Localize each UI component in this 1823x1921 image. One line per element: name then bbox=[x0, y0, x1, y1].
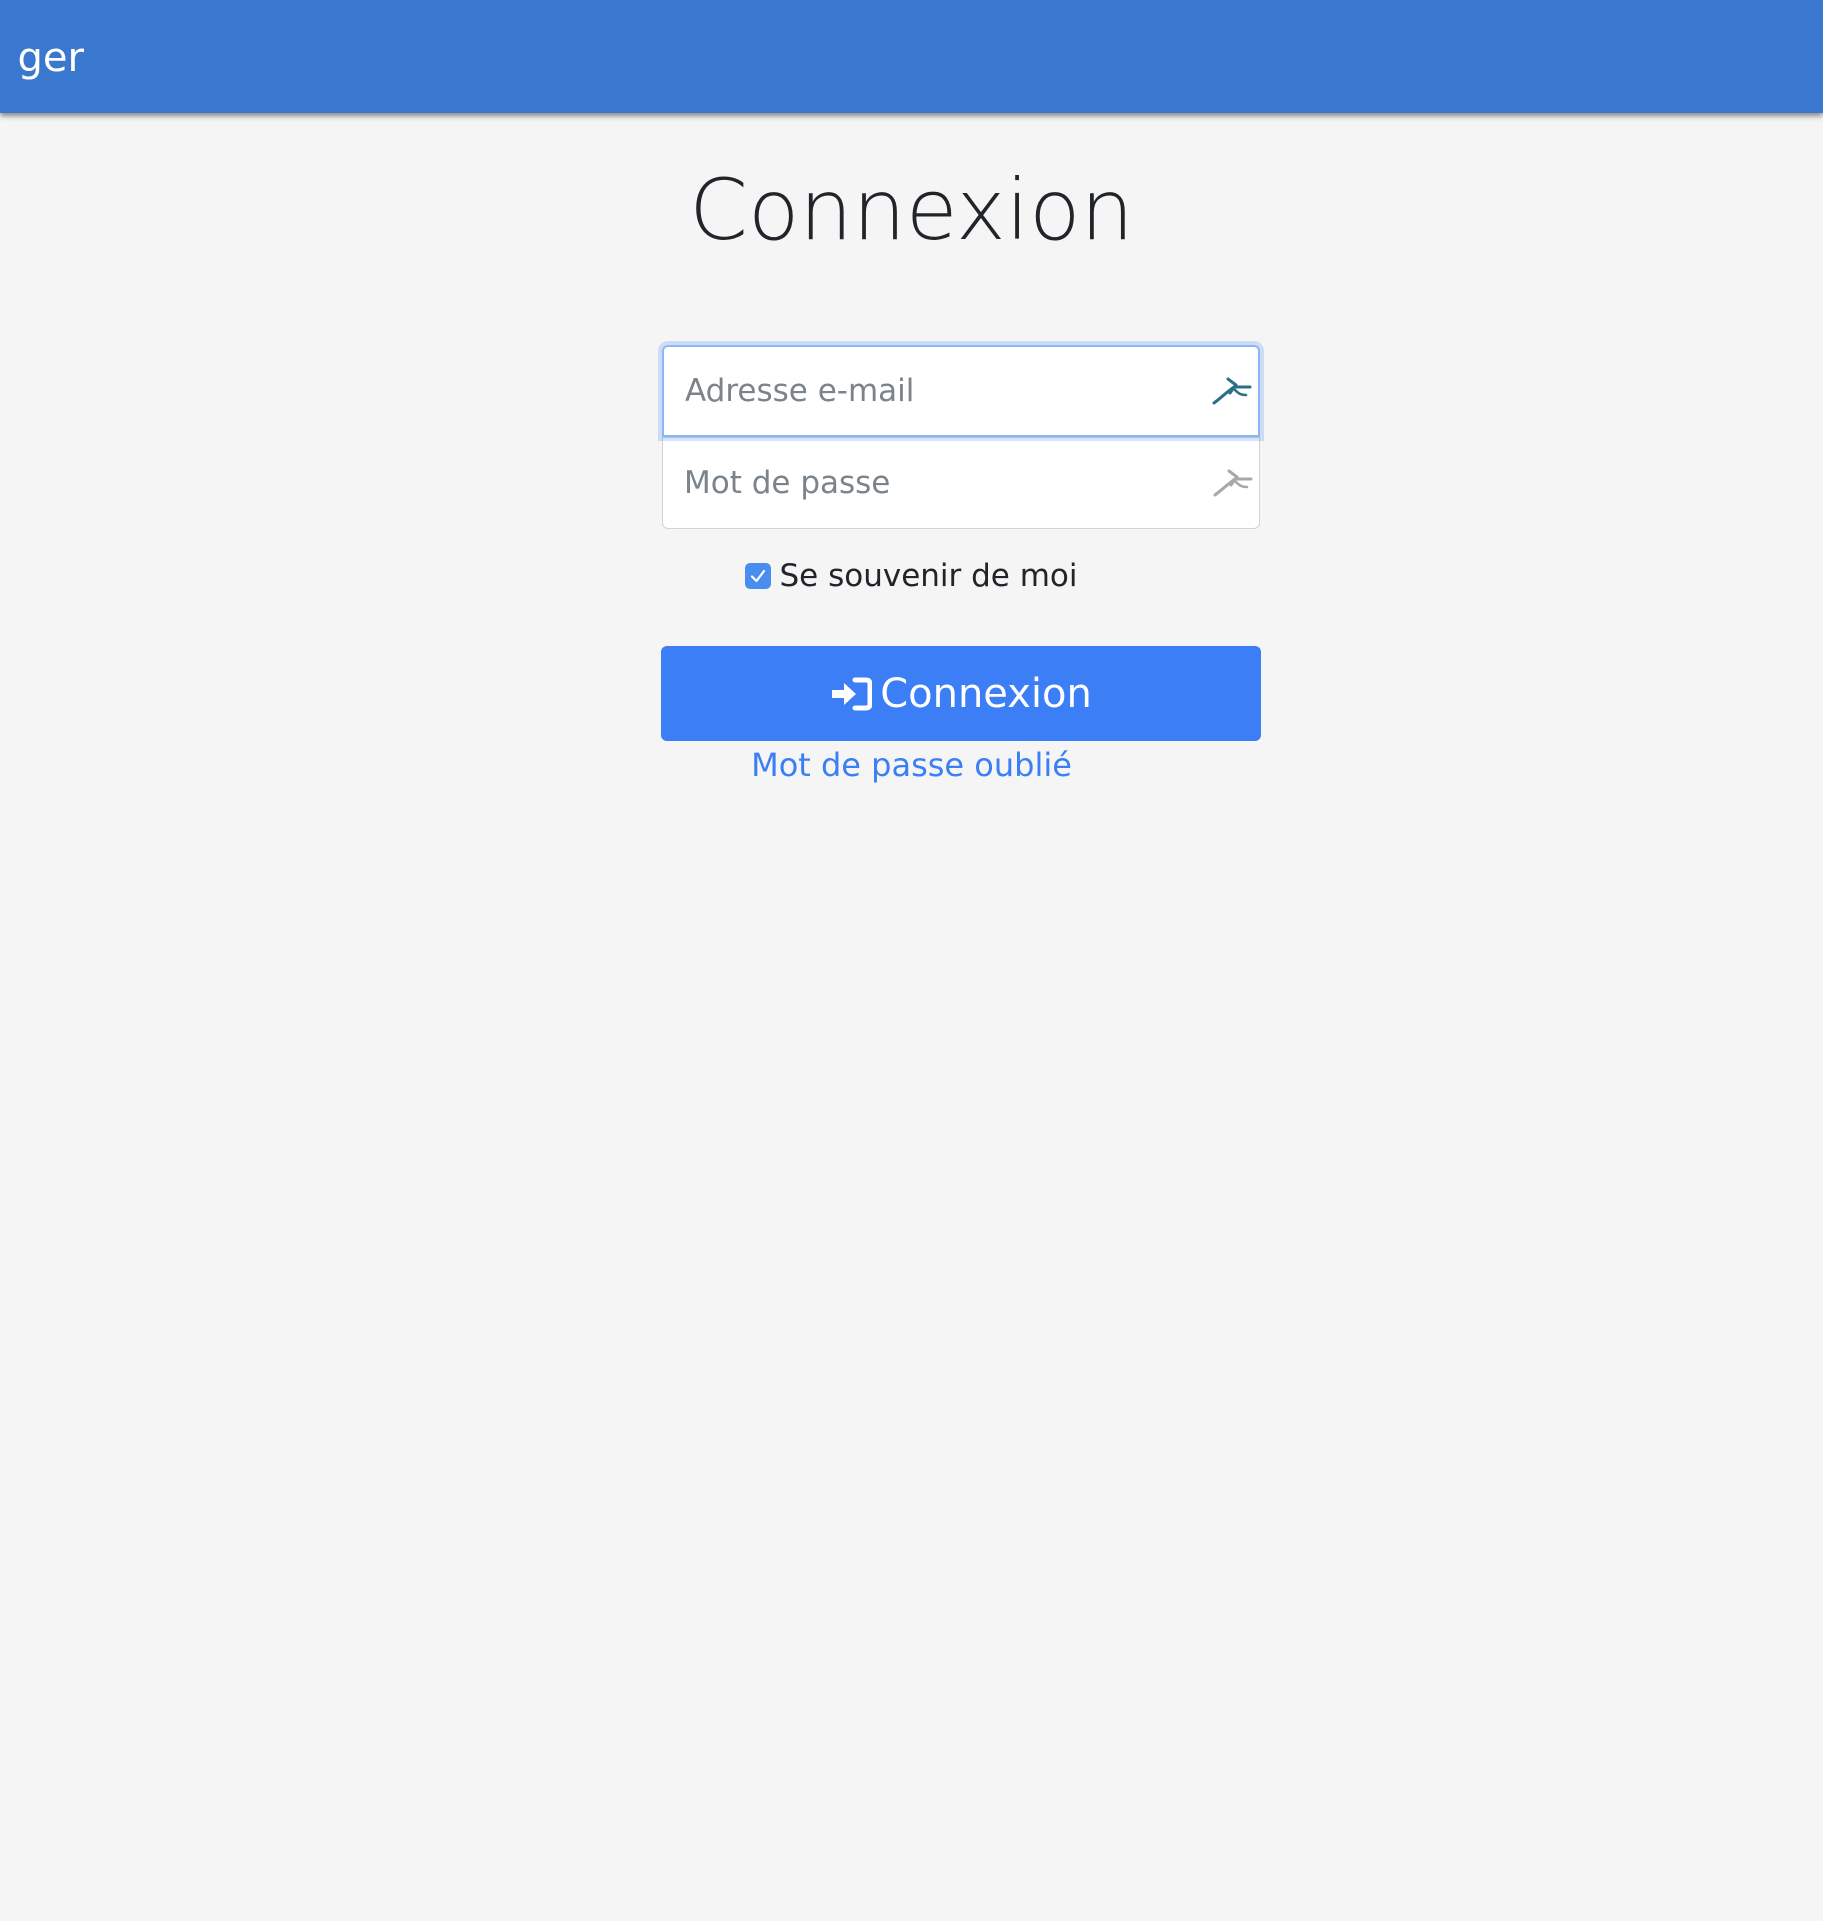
top-navbar: ger bbox=[0, 0, 1823, 113]
checkmark-icon bbox=[751, 569, 766, 583]
password-field[interactable] bbox=[663, 438, 1259, 528]
app-brand[interactable]: ger bbox=[17, 34, 83, 82]
remember-me-checkbox[interactable] bbox=[745, 563, 772, 589]
forgot-password-link[interactable]: Mot de passe oublié bbox=[0, 743, 1823, 787]
email-field-container bbox=[662, 345, 1260, 437]
password-manager-icon[interactable] bbox=[1211, 465, 1255, 501]
password-field-container bbox=[662, 437, 1260, 529]
login-button-label: Connexion bbox=[880, 670, 1092, 717]
password-manager-icon[interactable] bbox=[1210, 373, 1254, 409]
email-field[interactable] bbox=[664, 347, 1258, 435]
login-form bbox=[662, 345, 1260, 529]
page-title: Connexion bbox=[689, 161, 1134, 259]
remember-me-label[interactable]: Se souvenir de moi bbox=[779, 556, 1077, 596]
sign-in-icon bbox=[832, 677, 873, 710]
remember-me: Se souvenir de moi bbox=[0, 555, 1823, 596]
login-button[interactable]: Connexion bbox=[661, 646, 1261, 741]
